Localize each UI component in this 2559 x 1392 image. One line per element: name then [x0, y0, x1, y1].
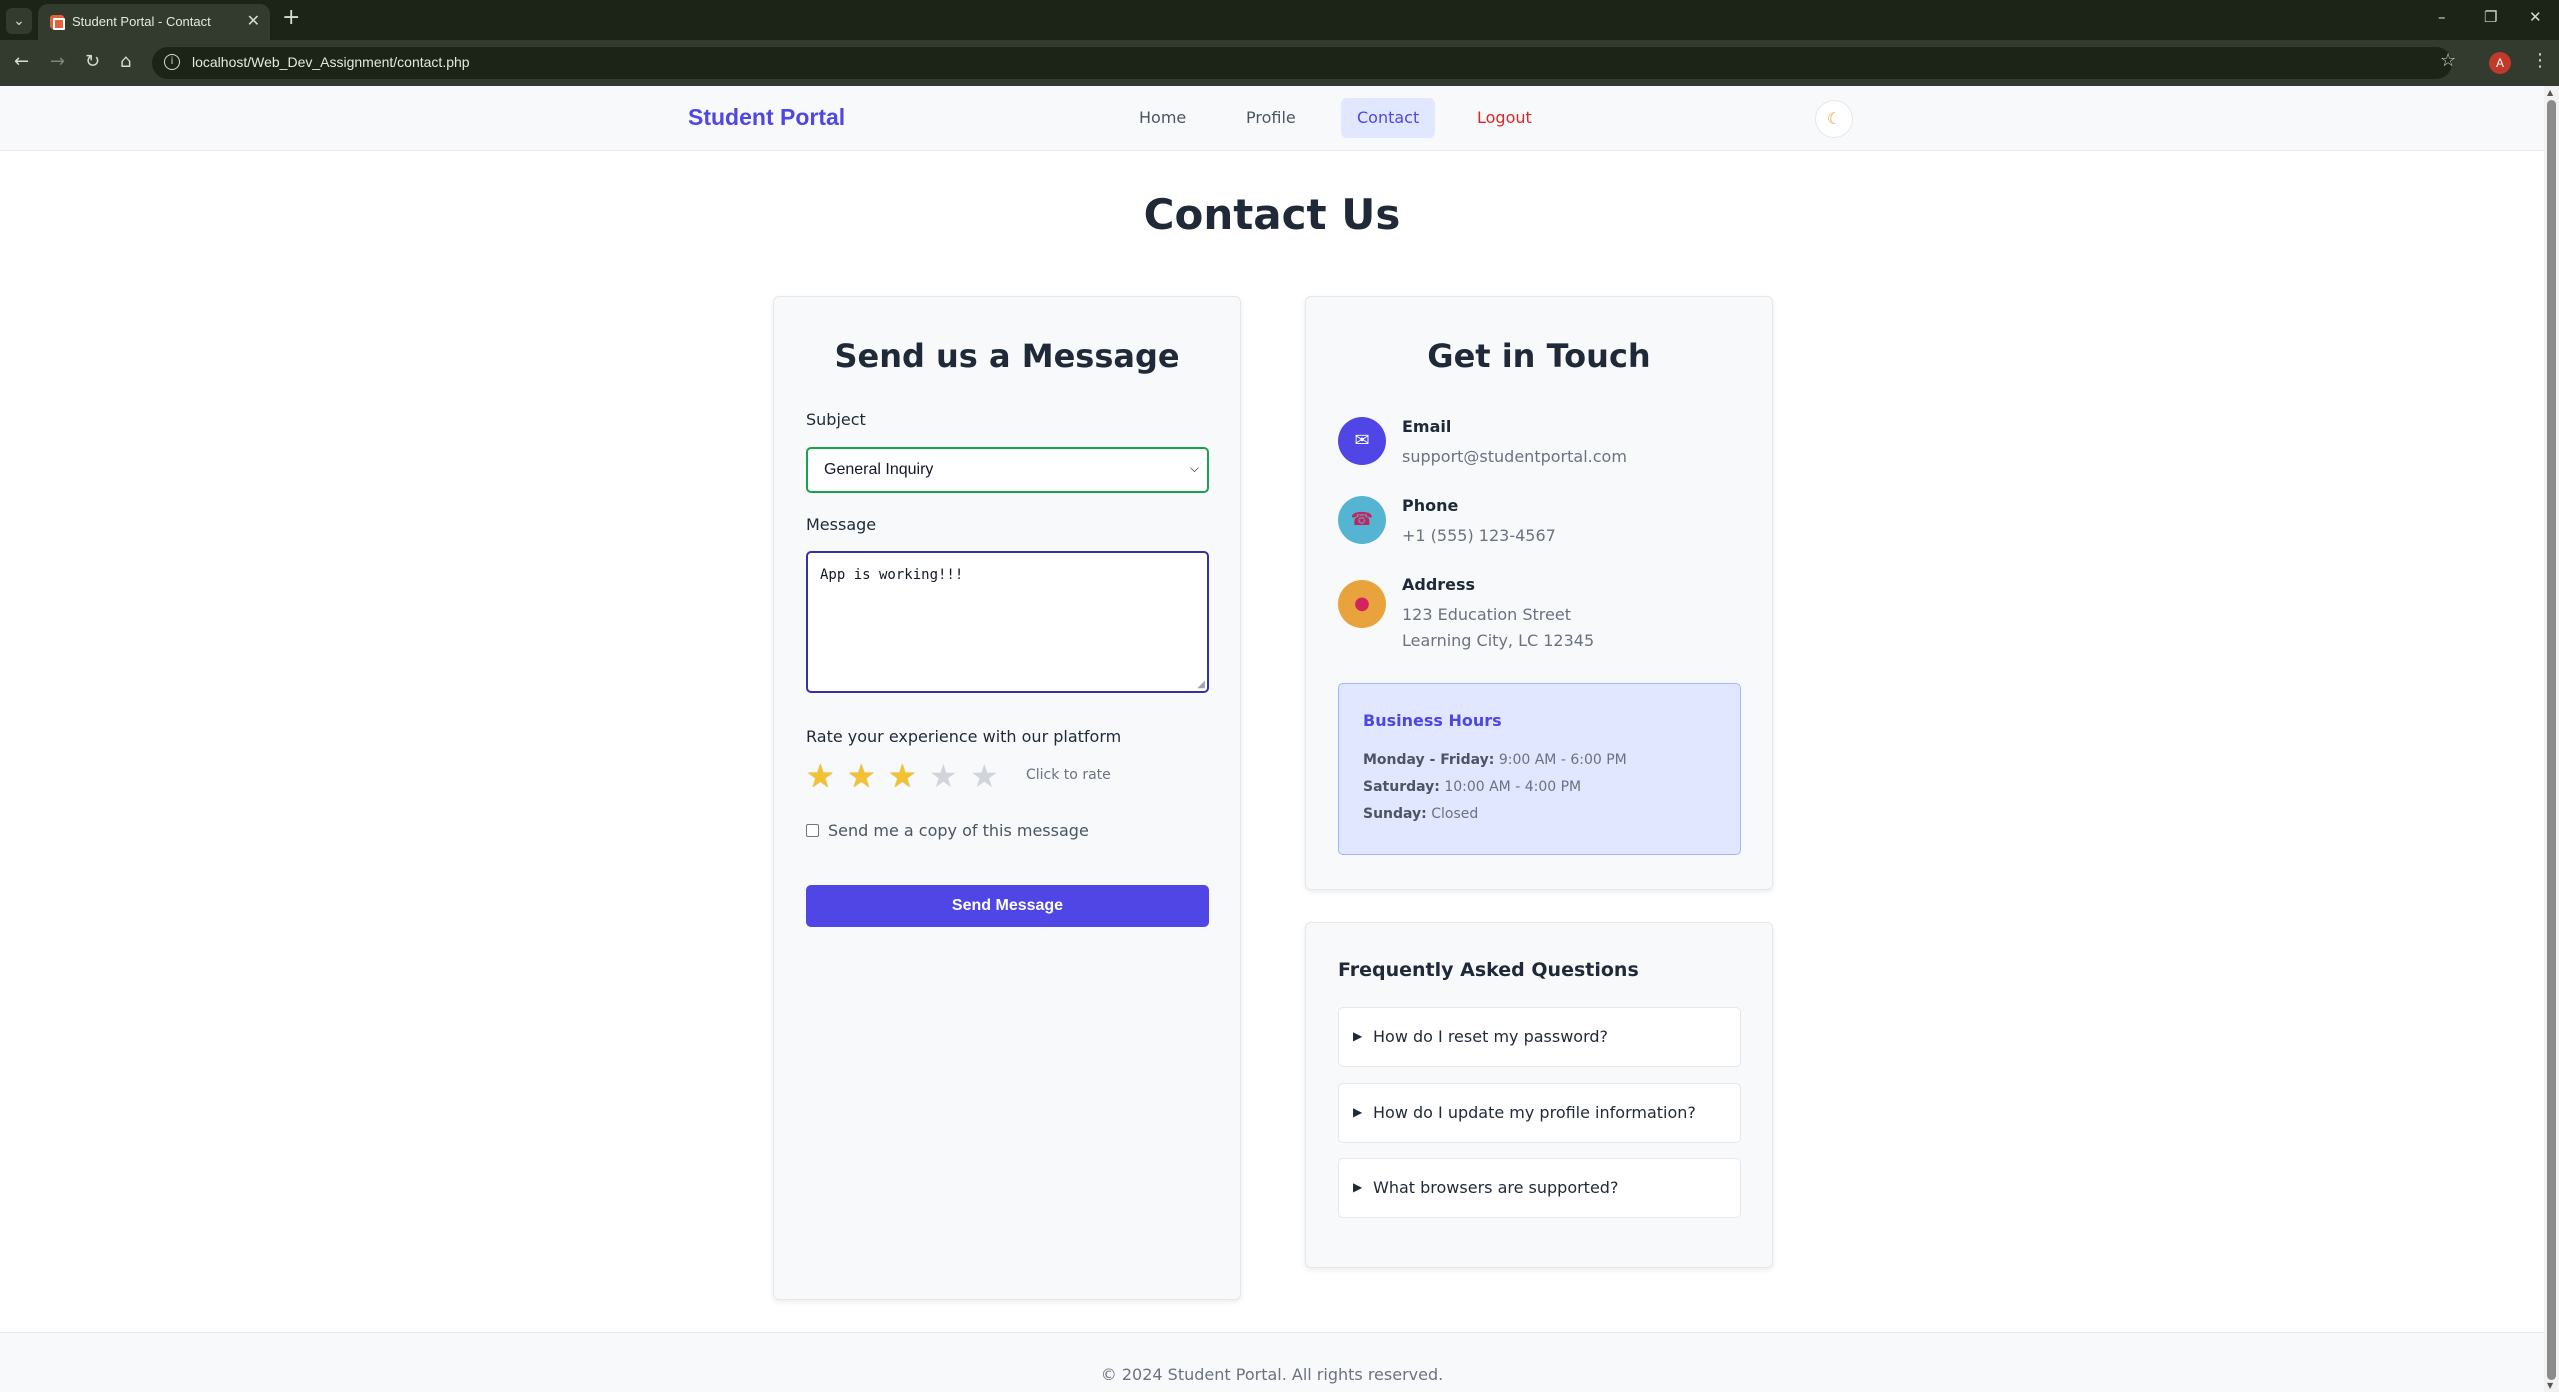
rating-label: Rate your experience with our platform	[806, 727, 1122, 746]
site-info-icon[interactable]: i	[164, 54, 180, 70]
message-text[interactable]: App is working!!!	[820, 567, 963, 583]
profile-avatar[interactable]: A	[2489, 52, 2511, 74]
page-viewport: Student Portal Home Profile Contact Logo…	[0, 86, 2544, 1392]
address-line-2: Learning City, LC 12345	[1402, 631, 1595, 650]
url-text[interactable]: localhost/Web_Dev_Assignment/contact.php	[192, 54, 470, 70]
message-form-heading: Send us a Message	[834, 337, 1180, 375]
site-navbar: Student Portal Home Profile Contact Logo…	[0, 86, 2544, 151]
back-icon[interactable]: ←	[14, 51, 29, 72]
hours-time: 10:00 AM - 4:00 PM	[1444, 779, 1582, 795]
scroll-down-icon[interactable]: ▼	[2547, 1381, 2553, 1390]
window-close-icon[interactable]: ✕	[2529, 8, 2542, 26]
star-empty-icon[interactable]: ★	[970, 759, 999, 793]
star-empty-icon[interactable]: ★	[929, 759, 958, 793]
tab-title: Student Portal - Contact	[72, 14, 211, 29]
disclosure-triangle-icon: ▶	[1353, 1029, 1363, 1043]
nav-link-contact[interactable]: Contact	[1341, 98, 1436, 138]
copy-checkbox[interactable]	[806, 824, 819, 837]
scrollbar-thumb[interactable]	[2547, 100, 2556, 1380]
hours-time: 9:00 AM - 6:00 PM	[1498, 752, 1627, 768]
star-filled-icon[interactable]: ★	[806, 759, 835, 793]
get-in-touch-card: Get in Touch ✉ Email support@studentport…	[1305, 296, 1773, 890]
forward-icon[interactable]: →	[50, 51, 65, 72]
email-title: Email	[1402, 417, 1452, 436]
faq-question[interactable]: How do I update my profile information?	[1373, 1103, 1696, 1122]
faq-title: Frequently Asked Questions	[1338, 959, 1639, 981]
theme-toggle-button[interactable]: ☾	[1815, 100, 1853, 138]
get-in-touch-heading: Get in Touch	[1427, 337, 1651, 375]
resize-grip-icon[interactable]: ◢	[1197, 679, 1205, 690]
browser-tab-active[interactable]: Student Portal - Contact ✕	[38, 4, 270, 40]
nav-link-home[interactable]: Home	[1123, 98, 1202, 138]
business-hours-title: Business Hours	[1363, 711, 1502, 730]
star-filled-icon[interactable]: ★	[847, 759, 876, 793]
subject-selected-value: General Inquiry	[824, 461, 934, 478]
tab-search-icon[interactable]: ⌄	[6, 8, 32, 34]
page-scrollbar[interactable]: ▲ ▼	[2544, 86, 2559, 1392]
pin-icon: ●	[1338, 580, 1386, 628]
address-bar[interactable]: i localhost/Web_Dev_Assignment/contact.p…	[152, 47, 2452, 79]
faq-question[interactable]: What browsers are supported?	[1373, 1178, 1618, 1197]
restore-icon[interactable]: ❐	[2484, 8, 2497, 26]
hours-time: Closed	[1431, 806, 1479, 822]
disclosure-triangle-icon: ▶	[1353, 1180, 1363, 1194]
phone-title: Phone	[1402, 496, 1459, 515]
hours-row: Saturday: 10:00 AM - 4:00 PM	[1363, 779, 1581, 795]
home-icon[interactable]: ⌂	[120, 51, 131, 72]
faq-item[interactable]: ▶ How do I update my profile information…	[1338, 1083, 1741, 1143]
hours-row: Sunday: Closed	[1363, 806, 1478, 822]
faq-card: Frequently Asked Questions ▶ How do I re…	[1305, 922, 1773, 1268]
send-message-button[interactable]: Send Message	[806, 885, 1209, 927]
message-label: Message	[806, 515, 877, 534]
favicon-icon	[50, 15, 65, 30]
browser-menu-icon[interactable]: ⋮	[2531, 50, 2549, 71]
subject-label: Subject	[806, 410, 866, 429]
browser-tab-bar: ⌄ Student Portal - Contact ✕ + – ❐ ✕	[0, 0, 2559, 40]
hours-day: Saturday:	[1363, 779, 1440, 795]
copy-checkbox-label[interactable]: Send me a copy of this message	[828, 821, 1089, 840]
faq-question[interactable]: How do I reset my password?	[1373, 1027, 1608, 1046]
hours-day: Monday - Friday:	[1363, 752, 1495, 768]
browser-toolbar: ← → ↻ ⌂ i localhost/Web_Dev_Assignment/c…	[0, 40, 2559, 86]
phone-value[interactable]: +1 (555) 123-4567	[1402, 526, 1556, 545]
bookmark-star-icon[interactable]: ☆	[2440, 50, 2456, 71]
brand-logo[interactable]: Student Portal	[688, 104, 845, 131]
rating-hint: Click to rate	[1026, 767, 1111, 783]
tab-close-icon[interactable]: ✕	[247, 11, 260, 30]
message-textarea[interactable]: App is working!!! ◢	[806, 551, 1209, 693]
address-line-1: 123 Education Street	[1402, 605, 1571, 624]
contact-phone: ☎ Phone +1 (555) 123-4567	[1338, 496, 1738, 556]
business-hours-box: Business Hours Monday - Friday: 9:00 AM …	[1338, 683, 1741, 855]
disclosure-triangle-icon: ▶	[1353, 1105, 1363, 1119]
moon-icon: ☾	[1826, 109, 1842, 128]
subject-select[interactable]: General Inquiry ⌵	[806, 447, 1209, 493]
phone-icon: ☎	[1338, 496, 1386, 544]
email-value[interactable]: support@studentportal.com	[1402, 447, 1627, 466]
message-form-card: Send us a Message Subject General Inquir…	[773, 296, 1241, 1300]
site-footer: © 2024 Student Portal. All rights reserv…	[0, 1332, 2544, 1392]
contact-email: ✉ Email support@studentportal.com	[1338, 417, 1738, 477]
hours-day: Sunday:	[1363, 806, 1427, 822]
faq-item[interactable]: ▶ What browsers are supported?	[1338, 1158, 1741, 1218]
footer-copyright: © 2024 Student Portal. All rights reserv…	[1100, 1365, 1444, 1384]
address-title: Address	[1402, 575, 1476, 594]
minimize-icon[interactable]: –	[2438, 8, 2446, 26]
hours-row: Monday - Friday: 9:00 AM - 6:00 PM	[1363, 752, 1627, 768]
star-filled-icon[interactable]: ★	[888, 759, 917, 793]
reload-icon[interactable]: ↻	[85, 51, 100, 72]
scroll-up-icon[interactable]: ▲	[2547, 88, 2553, 97]
nav-link-logout[interactable]: Logout	[1461, 98, 1548, 138]
page-title: Contact Us	[1143, 190, 1401, 239]
contact-address: ● Address 123 Education Street Learning …	[1338, 575, 1738, 655]
new-tab-icon[interactable]: +	[282, 5, 300, 30]
envelope-icon: ✉	[1338, 417, 1386, 465]
nav-link-profile[interactable]: Profile	[1230, 98, 1312, 138]
chevron-down-icon: ⌵	[1189, 461, 1199, 475]
faq-item[interactable]: ▶ How do I reset my password?	[1338, 1007, 1741, 1067]
